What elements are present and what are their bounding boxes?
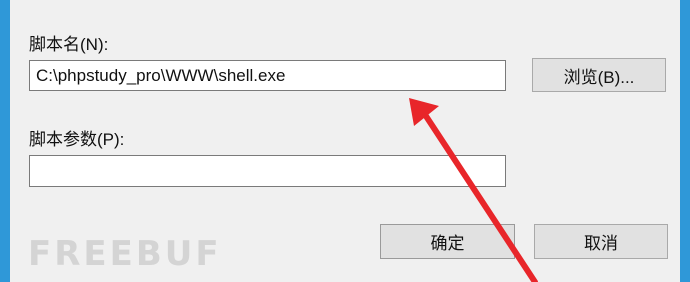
arrow-head: [409, 98, 439, 126]
red-arrow-annotation: [409, 98, 538, 282]
arrow-shaft: [419, 107, 538, 282]
